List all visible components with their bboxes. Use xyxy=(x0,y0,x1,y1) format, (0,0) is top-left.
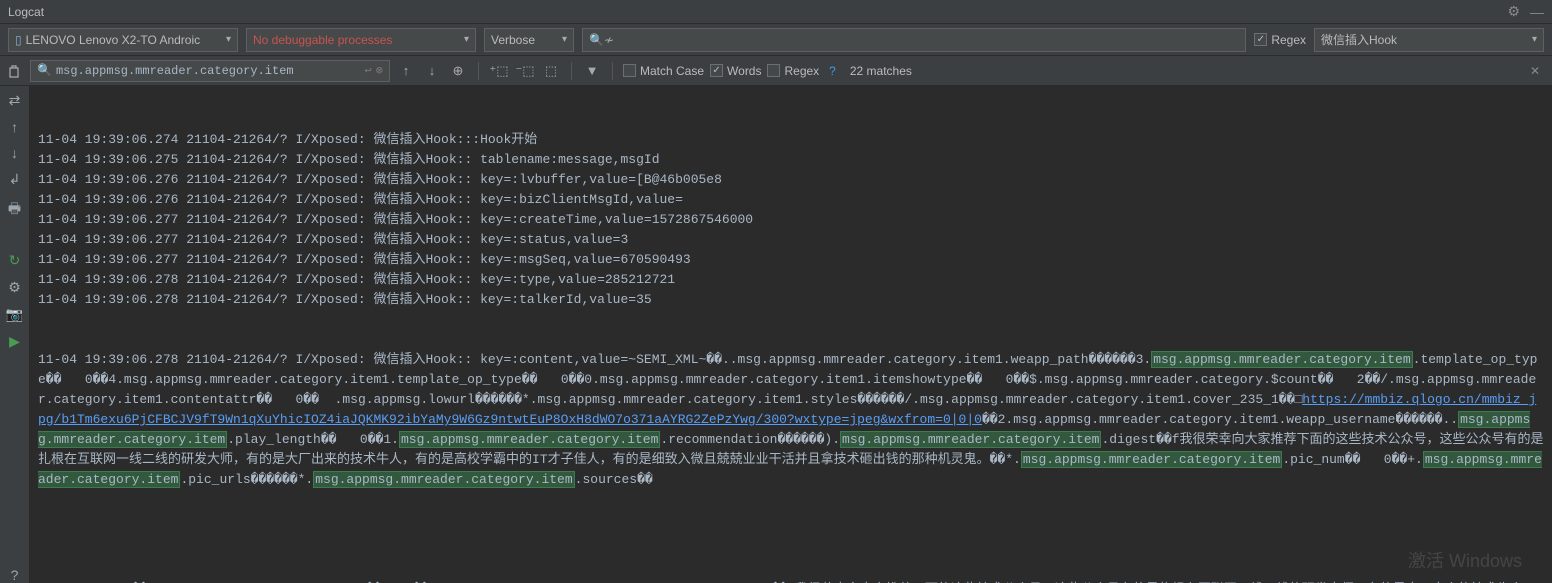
log-line: 11-04 19:39:06.278 21104-21264/? I/Xpose… xyxy=(38,350,1544,490)
log-level-selector[interactable]: Verbose ▾ xyxy=(484,28,574,52)
regex-checkbox[interactable]: ✓ Regex xyxy=(1254,33,1306,47)
scroll-down-icon[interactable]: ↓ xyxy=(11,145,18,161)
log-line: 11-04 19:39:06.277 21104-21264/? I/Xpose… xyxy=(38,250,1544,270)
log-level: Verbose xyxy=(491,33,535,47)
filter-icon[interactable]: ▼ xyxy=(582,61,602,81)
log-line: 11-04 19:39:06.274 21104-21264/? I/Xpose… xyxy=(38,130,1544,150)
filter-selector[interactable]: 微信插入Hook ▾ xyxy=(1314,28,1544,52)
separator xyxy=(478,62,479,80)
chevron-down-icon: ▾ xyxy=(562,34,567,45)
search-icon: 🔍≁ xyxy=(589,33,614,47)
find-input[interactable]: 🔍 ↩ ⊗ xyxy=(30,60,390,82)
find-toolbar: 🔍 ↩ ⊗ ↑ ↓ ⊕ ⁺⬚ ⁻⬚ ⬚ ▼ Match Case ✓Words … xyxy=(0,56,1552,86)
process-selector[interactable]: No debuggable processes ▾ xyxy=(246,28,476,52)
log-line: 11-04 19:39:06.275 21104-21264/? I/Xpose… xyxy=(38,150,1544,170)
match-count: 22 matches xyxy=(850,64,912,78)
clear-log-icon[interactable] xyxy=(4,61,24,81)
next-match-icon[interactable]: ↓ xyxy=(422,61,442,81)
window-title: Logcat xyxy=(8,5,1497,19)
help-link[interactable]: ? xyxy=(829,64,836,78)
close-find-icon[interactable]: ✕ xyxy=(1522,64,1548,78)
regex-label: Regex xyxy=(1271,33,1306,47)
minimize-icon[interactable]: — xyxy=(1530,4,1544,20)
main-area: ⇄ ↑ ↓ ↲ 🖶 ↻ ⚙ 📷 ▶ ? 11-04 19:39:06.274 2… xyxy=(0,86,1552,583)
filter-name: 微信插入Hook xyxy=(1321,31,1397,48)
log-line: 11-04 19:39:06.278 21104-21264/? I/Xpose… xyxy=(38,290,1544,310)
logcat-header-toolbar: ▯ LENOVO Lenovo X2-TO Androic ▾ No debug… xyxy=(0,24,1552,56)
history-icon[interactable]: ↩ xyxy=(365,63,372,78)
screenshot-icon[interactable]: 📷 xyxy=(6,306,23,323)
log-line: 11-04 19:39:06.277 21104-21264/? I/Xpose… xyxy=(38,230,1544,250)
words-checkbox[interactable]: ✓Words xyxy=(710,64,761,78)
add-selection-icon[interactable]: ⊕ xyxy=(448,61,468,81)
chevron-down-icon: ▾ xyxy=(1532,34,1537,45)
log-line: 11-04 19:39:06.276 21104-21264/? I/Xpose… xyxy=(38,170,1544,190)
settings-icon[interactable]: ⇄ xyxy=(9,92,21,109)
export-icon[interactable]: ⬚ xyxy=(541,61,561,81)
device-selector[interactable]: ▯ LENOVO Lenovo X2-TO Androic ▾ xyxy=(8,28,238,52)
logcat-search-input[interactable]: 🔍≁ xyxy=(582,28,1246,52)
search-icon: 🔍 xyxy=(37,63,52,78)
separator xyxy=(612,62,613,80)
device-name: LENOVO Lenovo X2-TO Androic xyxy=(26,33,201,47)
log-line: 11-04 19:39:06.276 21104-21264/? I/Xpose… xyxy=(38,190,1544,210)
settings2-icon[interactable]: ⚙ xyxy=(8,279,21,296)
print-icon[interactable]: 🖶 xyxy=(8,198,21,222)
left-gutter: ⇄ ↑ ↓ ↲ 🖶 ↻ ⚙ 📷 ▶ ? xyxy=(0,86,30,583)
soft-wrap-icon[interactable]: ↲ xyxy=(9,171,21,188)
separator xyxy=(571,62,572,80)
gear-icon[interactable]: ⚙ xyxy=(1507,3,1520,20)
help-icon[interactable]: ? xyxy=(11,567,19,583)
clear-icon[interactable]: ⊗ xyxy=(376,63,383,78)
scroll-up-icon[interactable]: ↑ xyxy=(11,119,18,135)
unselect-icon[interactable]: ⁻⬚ xyxy=(515,61,535,81)
log-line: 11-04 19:39:06.277 21104-21264/? I/Xpose… xyxy=(38,210,1544,230)
log-line: 11-04 19:39:06.278 21104-21264/? I/Xpose… xyxy=(38,270,1544,290)
chevron-down-icon: ▾ xyxy=(226,34,231,45)
regex-find-checkbox[interactable]: Regex xyxy=(767,64,819,78)
process-name: No debuggable processes xyxy=(253,33,392,47)
titlebar: Logcat ⚙ — xyxy=(0,0,1552,24)
match-case-checkbox[interactable]: Match Case xyxy=(623,64,704,78)
chevron-down-icon: ▾ xyxy=(464,34,469,45)
restart-icon[interactable]: ↻ xyxy=(9,252,21,269)
record-icon[interactable]: ▶ xyxy=(9,333,20,350)
log-output[interactable]: 11-04 19:39:06.274 21104-21264/? I/Xpose… xyxy=(30,86,1552,583)
select-all-icon[interactable]: ⁺⬚ xyxy=(489,61,509,81)
find-text[interactable] xyxy=(56,64,361,78)
prev-match-icon[interactable]: ↑ xyxy=(396,61,416,81)
